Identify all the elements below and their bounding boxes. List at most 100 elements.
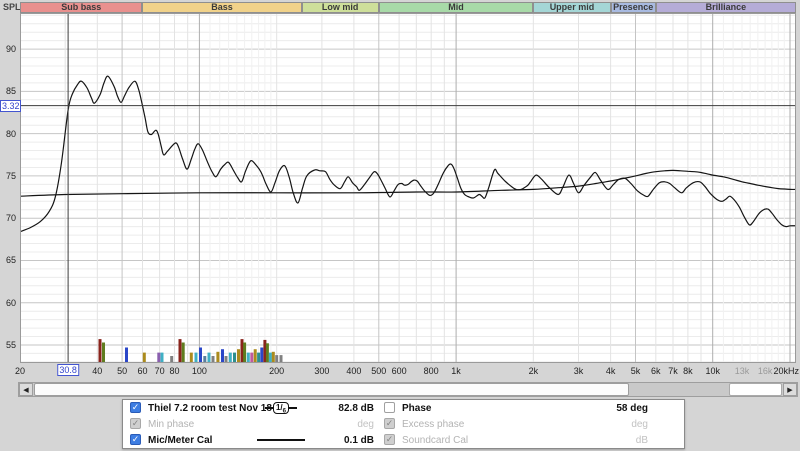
- x-tick-label: 400: [346, 366, 362, 376]
- checkbox-phase[interactable]: [384, 402, 395, 413]
- distortion-bar: [279, 355, 283, 363]
- x-tick-label: 200: [269, 366, 285, 376]
- distortion-bar: [271, 351, 275, 363]
- distortion-bar: [199, 347, 202, 363]
- distortion-bar: [240, 339, 244, 363]
- scroll-right-button[interactable]: ▶: [783, 383, 797, 396]
- distortion-bar: [203, 356, 207, 363]
- legend-row: ✓ Min phase deg ✓ Excess phase deg: [123, 417, 684, 432]
- distortion-bar: [189, 352, 193, 363]
- cursor-level-label: 3.32: [0, 99, 21, 112]
- distortion-bar: [253, 349, 257, 363]
- x-tick-label: 10k: [705, 366, 720, 376]
- x-tick-label: 300: [314, 366, 330, 376]
- scrollbar-range-field[interactable]: [729, 383, 782, 396]
- distortion-bar: [181, 342, 185, 363]
- x-tick-label: 60: [137, 366, 148, 376]
- legend-row: ✓ Thiel 7.2 room test Nov 18 1/6 82.8 dB Pha…: [123, 401, 684, 416]
- x-tick-label: 16k: [757, 366, 773, 376]
- x-tick-label: 7k: [668, 366, 678, 376]
- distortion-bar: [237, 349, 240, 363]
- band-label: Low mid: [321, 3, 359, 12]
- distortion-bar: [224, 356, 228, 363]
- distortion-bar: [170, 356, 174, 363]
- x-tick-label: 4k: [605, 366, 616, 376]
- y-tick-label: 90: [5, 44, 16, 55]
- smoothing-fraction: 1/6: [272, 402, 289, 415]
- x-tick-label: 5k: [630, 366, 641, 376]
- smoothing-1-6-icon[interactable]: 1/6: [255, 401, 307, 415]
- x-tick-label: 40: [92, 366, 103, 376]
- rew-spl-window: SPL Sub bass Bass Low mid Mid Upper mid Prese…: [0, 0, 800, 451]
- symbol-stub: [289, 407, 297, 409]
- x-tick-label: 80: [169, 366, 180, 376]
- measurement-legend-panel: ✓ Thiel 7.2 room test Nov 18 1/6 82.8 dB Pha…: [122, 399, 685, 449]
- y-tick-label: 55: [5, 339, 16, 350]
- distortion-bar: [243, 342, 247, 363]
- scrollbar-thumb[interactable]: [34, 383, 629, 396]
- checkbox-thiel-7-2-room-test-nov-18[interactable]: ✓: [130, 402, 141, 413]
- horizontal-scrollbar[interactable]: ◀ ▶: [18, 382, 798, 397]
- band-presence: Presence: [610, 2, 656, 13]
- band-bass: Bass: [142, 2, 302, 13]
- legend-value: 58 deg: [616, 403, 648, 414]
- left-arrow-icon: ◀: [23, 386, 29, 394]
- x-tick-label: 50: [117, 366, 128, 376]
- legend-label: Min phase: [148, 419, 195, 430]
- x-tick-label: 3k: [573, 366, 584, 376]
- distortion-bar: [98, 339, 102, 363]
- symbol-stub: [264, 407, 273, 409]
- y-tick-label: 75: [5, 170, 16, 181]
- legend-label: Soundcard Cal: [402, 435, 469, 446]
- scroll-left-button[interactable]: ◀: [19, 383, 33, 396]
- distortion-bar: [194, 352, 198, 363]
- band-upper-mid: Upper mid: [533, 2, 611, 13]
- legend-value: dB: [635, 435, 648, 446]
- y-tick-label: 80: [5, 128, 16, 139]
- band-label: Upper mid: [549, 3, 595, 12]
- distortion-bar: [233, 352, 236, 363]
- spl-chart-plot-area[interactable]: [20, 13, 796, 363]
- legend-label: Phase: [402, 403, 432, 414]
- band-brilliance: Brilliance: [655, 2, 796, 13]
- y-tick-label: 65: [5, 255, 16, 266]
- line-swatch: [257, 439, 305, 441]
- cursor-freq-label: 30.8: [57, 364, 79, 376]
- distortion-bar: [216, 351, 220, 363]
- checkbox-min-phase[interactable]: ✓: [130, 418, 141, 429]
- distortion-bar: [178, 339, 182, 363]
- distortion-bar: [207, 352, 211, 363]
- distortion-bar: [211, 356, 215, 363]
- distortion-bar: [257, 352, 261, 363]
- checkbox-excess-phase[interactable]: ✓: [384, 418, 395, 429]
- checkbox-mic-meter-cal[interactable]: ✓: [130, 434, 141, 445]
- y-tick-label: 60: [5, 297, 16, 308]
- legend-label: Excess phase: [402, 419, 465, 430]
- checkbox-soundcard-cal[interactable]: ✓: [384, 434, 395, 445]
- y-tick-label: 70: [5, 213, 16, 224]
- x-tick-label: 8k: [683, 366, 693, 376]
- distortion-bar: [125, 347, 128, 363]
- distortion-bar: [260, 347, 264, 363]
- legend-value: deg: [631, 419, 648, 430]
- legend-value: deg: [357, 419, 374, 430]
- band-label: Mid: [448, 3, 464, 12]
- band-label: Brilliance: [705, 3, 747, 12]
- distortion-bar: [221, 349, 224, 363]
- distortion-bar: [228, 352, 232, 363]
- x-tick-label: 6k: [651, 366, 661, 376]
- x-tick-label: 600: [391, 366, 407, 376]
- legend-value: 0.1 dB: [343, 435, 374, 446]
- right-arrow-icon: ▶: [787, 386, 793, 394]
- x-tick-label: 70: [154, 366, 165, 376]
- distortion-bar: [250, 352, 254, 363]
- distortion-bar: [275, 355, 279, 363]
- band-label: Bass: [211, 3, 233, 12]
- trace-style-line-icon: [255, 433, 307, 447]
- legend-value: 82.8 dB: [338, 403, 374, 414]
- distortion-bar: [246, 352, 250, 363]
- y-tick-label: 85: [5, 86, 16, 97]
- x-tick-label: 800: [423, 366, 439, 376]
- band-sub-bass: Sub bass: [20, 2, 143, 13]
- legend-row: ✓ Mic/Meter Cal 0.1 dB ✓ Soundcard Cal dB: [123, 433, 684, 448]
